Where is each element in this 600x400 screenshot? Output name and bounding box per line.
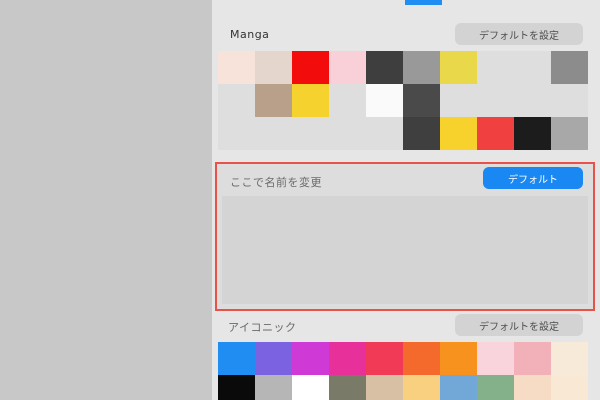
color-swatch[interactable]	[477, 342, 514, 375]
color-swatch[interactable]	[403, 342, 440, 375]
color-swatch[interactable]	[329, 51, 366, 84]
color-swatch[interactable]	[329, 117, 366, 150]
color-swatch[interactable]	[403, 117, 440, 150]
color-swatch[interactable]	[514, 342, 551, 375]
color-swatch[interactable]	[329, 375, 366, 400]
color-swatch[interactable]	[255, 84, 292, 117]
color-swatch[interactable]	[514, 375, 551, 400]
iconic-swatch-grid	[218, 342, 588, 400]
color-swatch[interactable]	[551, 84, 588, 117]
color-swatch[interactable]	[255, 117, 292, 150]
manga-section-title: Manga	[230, 28, 270, 41]
color-swatch[interactable]	[218, 342, 255, 375]
color-swatch[interactable]	[329, 84, 366, 117]
color-swatch[interactable]	[292, 375, 329, 400]
rename-label[interactable]: ここで名前を変更	[230, 174, 322, 190]
manga-swatch-grid	[218, 51, 588, 150]
color-swatch[interactable]	[477, 84, 514, 117]
color-swatch[interactable]	[218, 117, 255, 150]
color-swatch[interactable]	[403, 84, 440, 117]
color-swatch[interactable]	[366, 84, 403, 117]
color-swatch[interactable]	[440, 84, 477, 117]
color-swatch[interactable]	[440, 51, 477, 84]
color-swatch[interactable]	[255, 375, 292, 400]
color-swatch[interactable]	[551, 117, 588, 150]
color-swatch[interactable]	[514, 51, 551, 84]
custom-default-button[interactable]: デフォルト	[483, 167, 583, 189]
color-swatch[interactable]	[551, 342, 588, 375]
color-swatch[interactable]	[514, 117, 551, 150]
color-swatch[interactable]	[403, 375, 440, 400]
color-swatch[interactable]	[292, 84, 329, 117]
color-swatch[interactable]	[440, 342, 477, 375]
color-swatch[interactable]	[218, 375, 255, 400]
color-swatch[interactable]	[366, 51, 403, 84]
color-swatch[interactable]	[292, 342, 329, 375]
color-swatch[interactable]	[218, 51, 255, 84]
empty-swatch-area	[222, 196, 588, 304]
color-swatch[interactable]	[403, 51, 440, 84]
iconic-section-title: アイコニック	[228, 321, 297, 334]
color-swatch[interactable]	[366, 342, 403, 375]
manga-set-default-button[interactable]: デフォルトを設定	[455, 23, 583, 45]
top-cut-swatch	[405, 0, 442, 5]
color-swatch[interactable]	[551, 375, 588, 400]
color-swatch[interactable]	[218, 84, 255, 117]
color-swatch[interactable]	[514, 84, 551, 117]
color-swatch[interactable]	[440, 375, 477, 400]
color-swatch[interactable]	[255, 51, 292, 84]
color-swatch[interactable]	[255, 342, 292, 375]
color-swatch[interactable]	[292, 117, 329, 150]
color-swatch[interactable]	[366, 117, 403, 150]
color-swatch[interactable]	[477, 117, 514, 150]
color-swatch[interactable]	[329, 342, 366, 375]
iconic-set-default-button[interactable]: デフォルトを設定	[455, 314, 583, 336]
color-swatch[interactable]	[366, 375, 403, 400]
left-empty-area	[0, 0, 212, 400]
color-swatch[interactable]	[440, 117, 477, 150]
color-swatch[interactable]	[477, 375, 514, 400]
color-swatch[interactable]	[551, 51, 588, 84]
color-swatch[interactable]	[477, 51, 514, 84]
color-swatch[interactable]	[292, 51, 329, 84]
